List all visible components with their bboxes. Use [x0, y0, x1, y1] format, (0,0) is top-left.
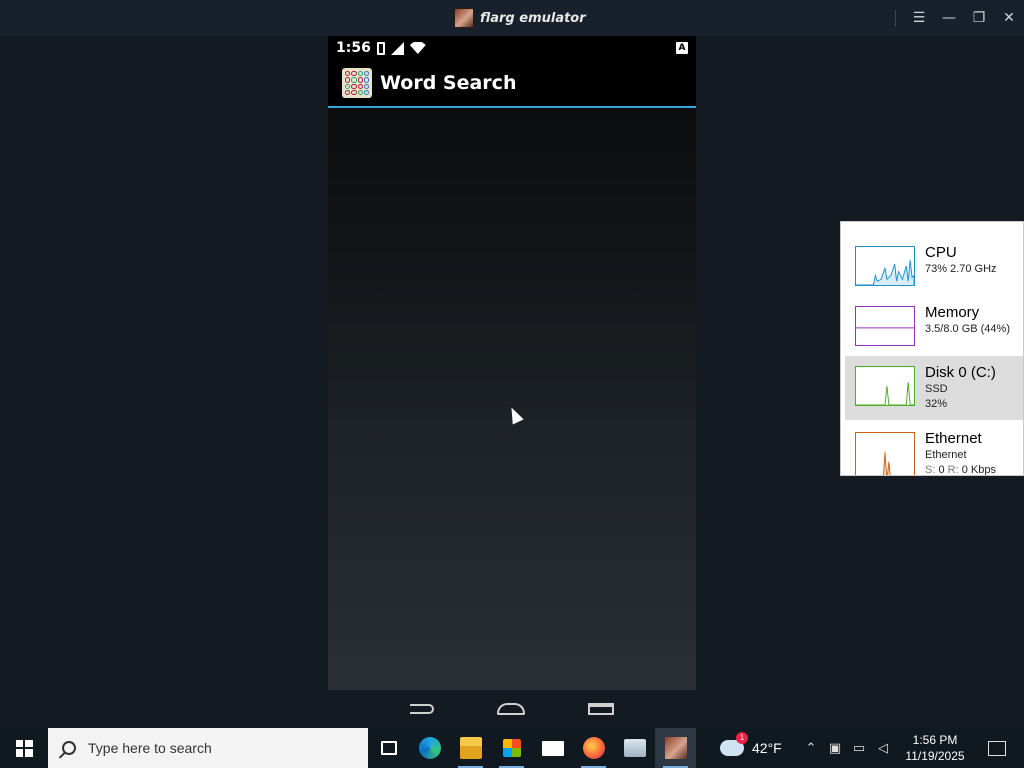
android-nav-bar [328, 690, 696, 728]
status-time: 1:56 [336, 40, 371, 56]
perf-detail-cpu: 73% 2.70 GHz [925, 263, 997, 275]
taskbar-search-box[interactable]: Type here to search [48, 728, 368, 768]
perf-detail-disk-usage: 32% [925, 398, 948, 410]
wifi-icon [409, 42, 426, 54]
edge-icon [418, 737, 441, 759]
status-notification-icon: A [676, 42, 688, 54]
taskbar-app-generic[interactable] [614, 728, 655, 768]
title-wrap: flarg emulator [454, 7, 586, 29]
weather-badge: 1 [736, 732, 748, 744]
window-title: flarg emulator [480, 10, 586, 26]
taskbar-file-explorer[interactable] [450, 728, 491, 768]
perf-name-memory: Memory [925, 304, 980, 321]
cpu-graph [855, 246, 915, 286]
separator [895, 10, 896, 26]
perf-detail-ethernet: Ethernet [925, 449, 967, 461]
folder-icon [459, 737, 482, 759]
windows-taskbar: Type here to search 1 42°F ⌃ ▣ ▭ ◁ 1:56 … [0, 728, 1024, 768]
menu-icon[interactable]: ☰ [904, 0, 934, 36]
notification-icon[interactable] [988, 740, 1006, 756]
clock-time: 1:56 PM [912, 733, 958, 747]
recent-apps-icon[interactable] [588, 703, 615, 715]
home-icon[interactable] [496, 703, 525, 715]
emulator-titlebar: flarg emulator ☰ — ❐ ✕ [0, 0, 1024, 36]
android-status-bar: 1:56 A [328, 36, 696, 60]
start-button[interactable] [0, 728, 48, 768]
emulator-app-icon [454, 8, 474, 28]
word-search-app-icon [342, 68, 372, 98]
taskbar-apps [368, 728, 696, 768]
memory-graph [855, 306, 915, 346]
task-view-icon [380, 741, 397, 755]
taskbar-firefox[interactable] [573, 728, 614, 768]
ethernet-graph [855, 432, 915, 475]
emulator-taskbar-icon [664, 737, 687, 759]
chevron-up-icon[interactable]: ⌃ [804, 741, 818, 756]
taskbar-edge[interactable] [409, 728, 450, 768]
perf-detail-memory: 3.5/8.0 GB (44%) [925, 323, 1010, 335]
mail-icon [541, 740, 564, 756]
perf-item-cpu[interactable]: CPU 73% 2.70 GHz [845, 236, 1023, 300]
store-icon [502, 739, 521, 757]
clock-date: 11/19/2025 [905, 749, 965, 763]
disk-graph [855, 366, 915, 406]
restore-button[interactable]: ❐ [964, 0, 994, 36]
weather-temp: 42°F [752, 740, 782, 756]
task-manager-performance-panel: CPU 73% 2.70 GHz Memory 3.5/8.0 GB (44%)… [840, 221, 1024, 476]
app-title: Word Search [380, 72, 517, 94]
send-label: S: [925, 464, 936, 476]
taskbar-mail[interactable] [532, 728, 573, 768]
battery-icon [376, 41, 385, 55]
search-placeholder: Type here to search [88, 740, 212, 756]
minimize-button[interactable]: — [934, 0, 964, 36]
window-controls: ☰ — ❐ ✕ [895, 0, 1024, 36]
perf-item-disk[interactable]: Disk 0 (C:) SSD 32% [845, 356, 1023, 420]
close-button[interactable]: ✕ [994, 0, 1024, 36]
weather-widget[interactable]: 1 42°F [720, 732, 782, 756]
network-icon[interactable]: ▭ [852, 741, 866, 756]
window-app-icon [623, 739, 646, 757]
task-view-button[interactable] [368, 728, 409, 768]
meet-icon[interactable]: ▣ [828, 741, 842, 756]
cloud-icon: 1 [720, 732, 748, 756]
taskbar-clock[interactable]: 1:56 PM 11/19/2025 [900, 732, 970, 764]
app-action-bar: Word Search [328, 60, 696, 108]
signal-icon [390, 41, 404, 55]
perf-item-memory[interactable]: Memory 3.5/8.0 GB (44%) [845, 296, 1023, 360]
volume-muted-icon[interactable]: ◁ [876, 741, 890, 756]
recv-value: 0 Kbps [961, 464, 996, 476]
back-icon[interactable] [409, 704, 434, 714]
system-tray: ⌃ ▣ ▭ ◁ 1:56 PM 11/19/2025 [804, 728, 1024, 768]
perf-name-cpu: CPU [925, 244, 957, 261]
taskbar-store[interactable] [491, 728, 532, 768]
perf-item-ethernet[interactable]: Ethernet Ethernet S: 0 R: 0 Kbps [845, 422, 1023, 476]
status-icons [376, 41, 426, 55]
windows-logo-icon [15, 739, 33, 757]
perf-name-ethernet: Ethernet [925, 430, 982, 447]
search-icon [62, 741, 76, 755]
perf-name-disk: Disk 0 (C:) [925, 364, 996, 381]
perf-detail-ethernet-throughput: S: 0 R: 0 Kbps [925, 464, 996, 476]
phone-screen[interactable]: 1:56 A Word Search [328, 36, 696, 690]
recv-label: R: [947, 464, 959, 476]
firefox-icon [582, 737, 605, 759]
send-value: 0 [938, 464, 945, 476]
perf-detail-disk-type: SSD [925, 383, 948, 395]
taskbar-flarg-emulator[interactable] [655, 728, 696, 768]
